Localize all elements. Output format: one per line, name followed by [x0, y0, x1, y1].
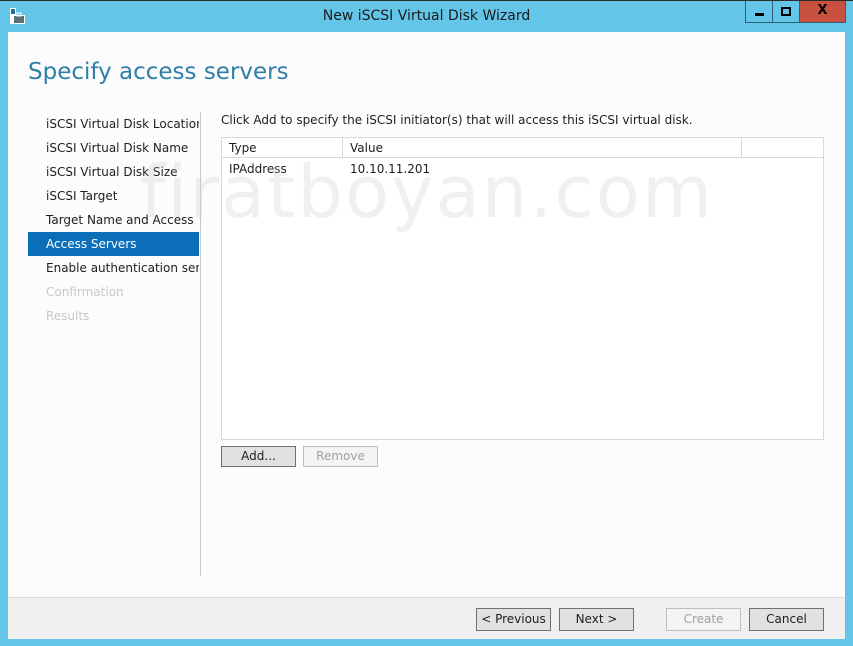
page-title: Specify access servers: [28, 59, 289, 85]
nav-item-access-servers[interactable]: Access Servers: [28, 232, 199, 256]
nav-item-disk-name[interactable]: iSCSI Virtual Disk Name: [28, 136, 199, 160]
nav-item-disk-location[interactable]: iSCSI Virtual Disk Location: [28, 112, 199, 136]
maximize-icon: [781, 7, 791, 16]
column-header-extra: [742, 138, 823, 158]
nav-divider: [200, 112, 201, 576]
wizard-window: New iSCSI Virtual Disk Wizard X Specify …: [0, 0, 853, 646]
cancel-button[interactable]: Cancel: [749, 608, 824, 631]
minimize-button[interactable]: [745, 1, 773, 23]
maximize-button[interactable]: [773, 1, 800, 23]
previous-button[interactable]: < Previous: [476, 608, 551, 631]
window-title: New iSCSI Virtual Disk Wizard: [322, 8, 531, 24]
cell-type: IPAddress: [229, 162, 287, 176]
add-button[interactable]: Add...: [221, 446, 296, 467]
nav-item-disk-size[interactable]: iSCSI Virtual Disk Size: [28, 160, 199, 184]
nav-item-results: Results: [46, 309, 90, 323]
wizard-footer: < Previous Next > Create Cancel: [8, 597, 845, 639]
nav-item-iscsi-target[interactable]: iSCSI Target: [28, 184, 199, 208]
grid-header: Type Value: [222, 138, 823, 158]
minimize-icon: [755, 13, 764, 16]
title-bar[interactable]: New iSCSI Virtual Disk Wizard X: [0, 1, 853, 32]
column-header-type[interactable]: Type: [222, 138, 343, 158]
wizard-steps-nav: iSCSI Virtual Disk Location iSCSI Virtua…: [28, 112, 199, 328]
nav-item-enable-authentication[interactable]: Enable authentication ser...: [28, 256, 199, 280]
next-button[interactable]: Next >: [559, 608, 634, 631]
nav-item-target-name-access[interactable]: Target Name and Access: [28, 208, 199, 232]
wizard-client-area: Specify access servers iSCSI Virtual Dis…: [8, 32, 845, 639]
close-icon: X: [817, 3, 828, 18]
instruction-text: Click Add to specify the iSCSI initiator…: [221, 113, 693, 127]
nav-item-confirmation: Confirmation: [46, 285, 124, 299]
cell-value: 10.10.11.201: [350, 162, 431, 176]
create-button: Create: [666, 608, 741, 631]
remove-button: Remove: [303, 446, 378, 467]
access-servers-grid[interactable]: Type Value IPAddress 10.10.11.201: [221, 137, 824, 440]
close-button[interactable]: X: [800, 1, 846, 23]
column-header-value[interactable]: Value: [343, 138, 742, 158]
table-row[interactable]: IPAddress 10.10.11.201: [222, 159, 823, 179]
